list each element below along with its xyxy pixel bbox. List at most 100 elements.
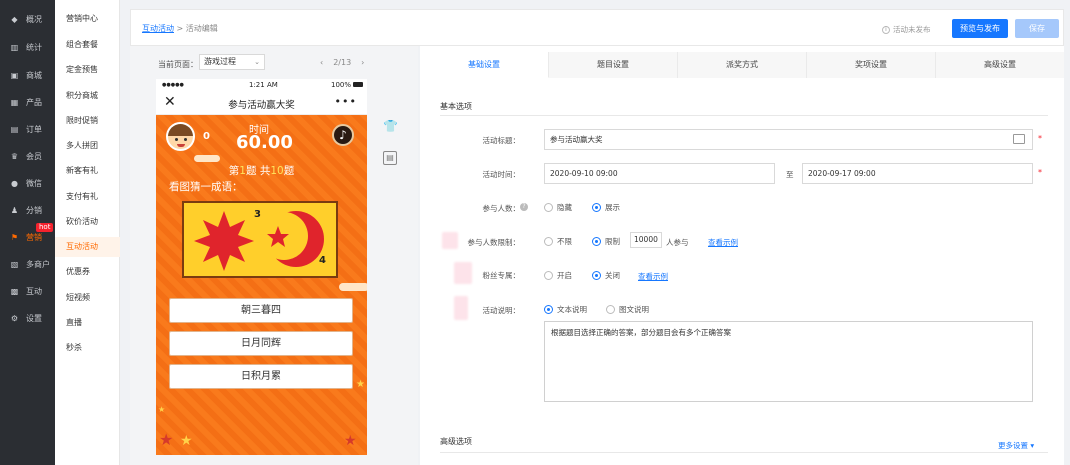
answer-option-button[interactable]: 朝三暮四 (169, 298, 353, 323)
desc-textarea[interactable]: 根据题目选择正确的答案，部分题目会有多个正确答案 (544, 321, 1033, 402)
save-button[interactable]: 保存 (1015, 19, 1059, 38)
submenu-item[interactable]: 积分商城 (55, 86, 120, 106)
radio-dot (544, 203, 553, 212)
submenu-item[interactable]: 多人拼团 (55, 136, 120, 156)
document-icon[interactable]: ▤ (383, 151, 397, 165)
limit-none-radio[interactable]: 不限 (544, 236, 572, 247)
nav-item-marketing[interactable]: ⚑ 营销 hot (0, 223, 55, 251)
breadcrumb-link[interactable]: 互动活动 (142, 24, 174, 33)
mall-icon: ▣ (10, 71, 19, 80)
tab-prizes[interactable]: 奖项设置 (807, 52, 936, 78)
nav-label: 统计 (26, 43, 42, 52)
hot-badge: hot (36, 223, 54, 232)
submenu-item[interactable]: 定金预售 (55, 60, 120, 80)
interact-icon: ▩ (10, 287, 19, 296)
fans-off-radio[interactable]: 关闭 (592, 270, 620, 281)
nav-item-merchants[interactable]: ▧ 多商户 (0, 251, 55, 278)
nav-label: 微信 (26, 179, 42, 188)
page-pager: ‹ 2/13 › (320, 58, 364, 67)
tab-basic[interactable]: 基础设置 (420, 52, 549, 78)
nav-item-order[interactable]: ▤ 订单 (0, 116, 55, 143)
breadcrumb: 互动活动 > 活动编辑 (142, 23, 218, 34)
end-time-input[interactable]: 2020-09-17 09:00 (802, 163, 1033, 184)
nav-label: 多商户 (26, 260, 50, 269)
nav-item-settings[interactable]: ⚙ 设置 (0, 305, 55, 332)
fans-label: 粉丝专属： (482, 271, 521, 280)
question-total: 10 (270, 165, 284, 177)
participants-show-radio[interactable]: 展示 (592, 202, 620, 213)
answer-option-button[interactable]: 日月同辉 (169, 331, 353, 356)
nav-item-distribution[interactable]: ♟ 分销 (0, 197, 55, 224)
radio-dot (592, 237, 601, 246)
music-button[interactable]: ♪ (332, 124, 354, 146)
tab-questions[interactable]: 题目设置 (549, 52, 678, 78)
help-icon[interactable]: ? (520, 203, 528, 211)
desc-label: 活动说明： (482, 306, 521, 315)
start-time-input[interactable]: 2020-09-10 09:00 (544, 163, 775, 184)
fans-example-link[interactable]: 查看示例 (638, 271, 668, 282)
next-page-button[interactable]: › (361, 58, 364, 67)
nav-item-mall[interactable]: ▣ 商城 (0, 62, 55, 89)
time-label: 活动时间： (482, 170, 521, 179)
phone-battery: 100% (331, 81, 352, 89)
radio-dot (592, 271, 601, 280)
avatar (166, 122, 195, 151)
preview-publish-button[interactable]: 预览与发布 (952, 19, 1008, 38)
submenu-item[interactable]: 组合套餐 (55, 35, 120, 55)
limit-label: 参与人数限制： (467, 238, 521, 247)
nav-item-member[interactable]: ♛ 会员 (0, 143, 55, 170)
shirt-icon[interactable]: 👕 (383, 119, 398, 133)
more-icon[interactable]: ••• (335, 95, 357, 108)
tab-advanced[interactable]: 高级设置 (936, 52, 1064, 78)
main-sidebar: ◆ 概况 ▥ 统计 ▣ 商城 ▦ 产品 ▤ 订单 ♛ 会员 ● 微信 ♟ 分销 ⚑ 营销 hot ▧… (0, 0, 55, 465)
phone-mockup: ●●●●● 1:21 AM 100% ✕ 参与活动赢大奖 ••• 0 时间 60… (156, 79, 367, 455)
limit-on-radio[interactable]: 限制 (592, 236, 620, 247)
prev-page-button[interactable]: ‹ (320, 58, 323, 67)
chevron-down-icon: ▾ (1030, 441, 1035, 450)
page-select[interactable]: 游戏过程 ⌄ (199, 54, 265, 70)
wechat-icon: ● (11, 179, 18, 188)
submenu-item[interactable]: 砍价活动 (55, 212, 120, 232)
image-picker-icon[interactable] (1013, 134, 1025, 144)
submenu-item[interactable]: 限时促销 (55, 111, 120, 131)
submenu-item[interactable]: 新客有礼 (55, 161, 120, 181)
radio-label: 图文说明 (619, 305, 649, 314)
submenu-item[interactable]: 秒杀 (55, 338, 120, 358)
submenu-item[interactable]: 短视频 (55, 288, 120, 308)
desc-text-radio[interactable]: 文本说明 (544, 304, 587, 315)
desc-rich-radio[interactable]: 图文说明 (606, 304, 649, 315)
limit-count-input[interactable]: 10000 (630, 232, 662, 248)
page-indicator: 2/13 (333, 58, 352, 67)
star-decoration: ★ (158, 405, 166, 414)
submenu-item[interactable]: 支付有礼 (55, 187, 120, 207)
submenu-item[interactable]: 直播 (55, 313, 120, 333)
phone-time: 1:21 AM (249, 81, 278, 89)
limit-example-link[interactable]: 查看示例 (708, 237, 738, 248)
required-mark: * (1038, 168, 1042, 177)
product-icon: ▦ (10, 98, 19, 107)
phone-title-bar: ✕ 参与活动赢大奖 ••• (156, 91, 367, 115)
participants-hide-radio[interactable]: 隐藏 (544, 202, 572, 213)
submenu-item[interactable]: 优惠券 (55, 262, 120, 282)
nav-item-product[interactable]: ▦ 产品 (0, 89, 55, 116)
tab-prize-method[interactable]: 派奖方式 (678, 52, 807, 78)
order-icon: ▤ (10, 125, 19, 134)
title-input[interactable]: 参与活动赢大奖 (544, 129, 1033, 150)
submenu-item-active[interactable]: 互动活动 (55, 237, 120, 257)
fans-on-radio[interactable]: 开启 (544, 270, 572, 281)
merchants-icon: ▧ (10, 260, 19, 269)
submenu-item[interactable]: 营销中心 (55, 9, 120, 29)
nav-item-wechat[interactable]: ● 微信 (0, 170, 55, 197)
more-settings-link[interactable]: 更多设置 ▾ (998, 440, 1034, 451)
nav-item-stats[interactable]: ▥ 统计 (0, 34, 55, 61)
settings-panel: 基础设置 题目设置 派奖方式 奖项设置 高级设置 基本选项 活动标题： 参与活动… (420, 46, 1064, 465)
nav-item-interact[interactable]: ▩ 互动 (0, 278, 55, 305)
settings-tabs: 基础设置 题目设置 派奖方式 奖项设置 高级设置 (420, 52, 1064, 78)
info-icon: i (882, 25, 890, 34)
marketing-submenu: 营销中心 组合套餐 定金预售 积分商城 限时促销 多人拼团 新客有礼 支付有礼 … (55, 0, 120, 465)
picture-number-3: 3 (254, 209, 261, 220)
nav-item-overview[interactable]: ◆ 概况 (0, 6, 55, 33)
star-decoration: ★ (356, 379, 365, 390)
answer-option-button[interactable]: 日积月累 (169, 364, 353, 389)
nav-label: 商城 (26, 71, 42, 80)
